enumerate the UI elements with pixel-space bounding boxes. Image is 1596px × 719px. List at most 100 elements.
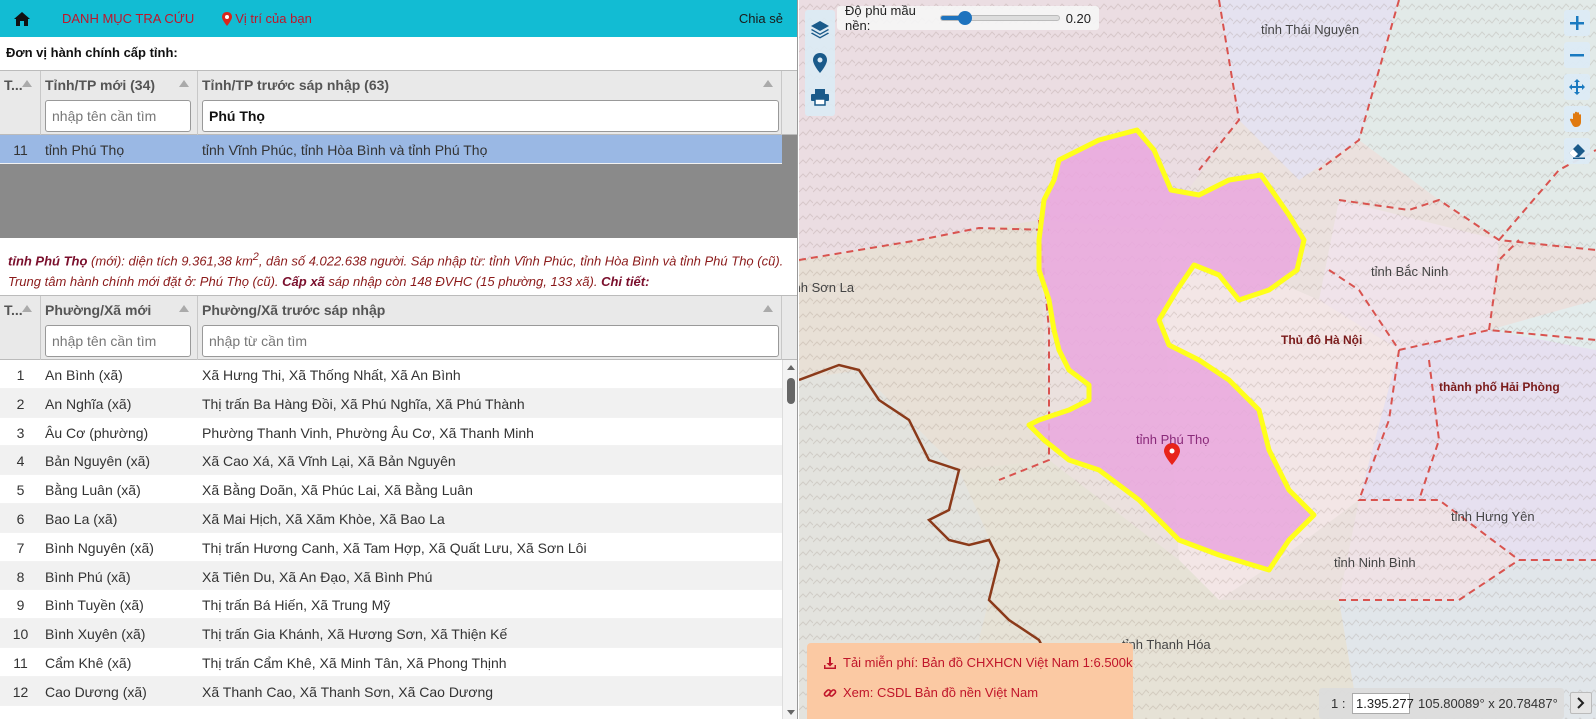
cell-new-commune: Bình Xuyên (xã) bbox=[45, 626, 146, 643]
cell-stt: 6 bbox=[16, 510, 25, 527]
scroll-up-icon[interactable] bbox=[787, 365, 795, 370]
catalog-link[interactable]: DANH MỤC TRA CỨU bbox=[62, 11, 194, 26]
pin-button[interactable] bbox=[805, 46, 835, 80]
col-old-province-header[interactable]: Tỉnh/TP trước sáp nhập (63) bbox=[198, 71, 782, 135]
table-row[interactable]: 11 tỉnh Phú Thọ tỉnh Vĩnh Phúc, tỉnh Hòa… bbox=[0, 135, 782, 164]
view-text: Xem: CSDL Bản đồ nền Việt Nam bbox=[843, 685, 1039, 700]
pan-button[interactable] bbox=[1564, 106, 1590, 132]
col-stt-label: T... bbox=[4, 302, 23, 318]
scale-coords-box: 1 : 1.395.277 105.80089° x 20.78487° bbox=[1319, 688, 1564, 719]
location-link[interactable]: Vị trí của bạn bbox=[222, 11, 312, 26]
map-pin-icon bbox=[813, 53, 827, 73]
opacity-slider[interactable] bbox=[940, 11, 1060, 25]
table-row[interactable]: 3 Âu Cơ (phường) Phường Thanh Vinh, Phường… bbox=[0, 418, 782, 447]
map-toolbar-right bbox=[1564, 10, 1590, 170]
sort-icon bbox=[179, 305, 189, 312]
map-view[interactable]: tỉnh Thái Nguyên tỉnh Bắc Ninh tỉnh Sơn … bbox=[799, 0, 1596, 719]
cell-old-province: tỉnh Vĩnh Phúc, tỉnh Hòa Bình và tỉnh Ph… bbox=[202, 142, 488, 158]
print-button[interactable] bbox=[805, 80, 835, 114]
info-text-1: (mới): diện tích 9.361,38 km bbox=[87, 253, 253, 269]
eraser-button[interactable] bbox=[1564, 138, 1590, 164]
sort-icon bbox=[22, 80, 32, 87]
cell-stt: 8 bbox=[16, 568, 25, 585]
commune-grid-scrollbar[interactable] bbox=[782, 360, 797, 719]
new-province-filter[interactable] bbox=[45, 100, 191, 132]
table-row[interactable]: 10 Bình Xuyên (xã) Thị trấn Gia Khánh, Xã … bbox=[0, 619, 782, 648]
opacity-control: Độ phủ mầu nền: 0.20 bbox=[837, 3, 1099, 33]
map-label-thai-nguyen: tỉnh Thái Nguyên bbox=[1261, 22, 1360, 37]
map-label-hung-yen: tỉnh Hưng Yên bbox=[1451, 509, 1535, 524]
cell-old-commune: Thị trấn Ba Hàng Đồi, Xã Phú Nghĩa, Xã P… bbox=[202, 395, 525, 412]
cell-old-commune: Xã Thanh Cao, Xã Thanh Sơn, Xã Cao Dương bbox=[202, 683, 494, 700]
map-pin-icon bbox=[222, 11, 233, 26]
map-label-thanh-hoa: tỉnh Thanh Hóa bbox=[1122, 637, 1211, 652]
view-link[interactable]: Xem: CSDL Bản đồ nền Việt Nam bbox=[823, 685, 1038, 700]
home-button[interactable] bbox=[0, 0, 44, 37]
table-row[interactable]: 4 Bản Nguyên (xã) Xã Cao Xá, Xã Vĩnh Lại, … bbox=[0, 446, 782, 476]
download-icon bbox=[824, 656, 836, 669]
province-grid-scrollbar[interactable] bbox=[782, 135, 797, 238]
table-row[interactable]: 8 Bình Phú (xã) Xã Tiên Du, Xã An Đạo, Xã … bbox=[0, 561, 782, 591]
cell-old-commune: Xã Tiên Du, Xã An Đạo, Xã Bình Phú bbox=[202, 568, 433, 585]
table-row[interactable]: 12 Cao Dương (xã) Xã Thanh Cao, Xã Thanh S… bbox=[0, 676, 782, 706]
cell-stt: 7 bbox=[16, 539, 25, 556]
cell-stt: 1 bbox=[16, 367, 25, 383]
old-commune-filter[interactable] bbox=[202, 325, 779, 357]
scale-prefix: 1 : bbox=[1331, 696, 1346, 711]
table-row[interactable]: 5 Bằng Luân (xã) Xã Bằng Doãn, Xã Phúc Lai… bbox=[0, 475, 782, 504]
zoom-out-button[interactable] bbox=[1564, 42, 1590, 68]
table-row[interactable]: 6 Bao La (xã) Xã Mai Hịch, Xã Xăm Khòe, Xã… bbox=[0, 503, 782, 533]
chevron-right-icon bbox=[1577, 697, 1585, 709]
sort-icon bbox=[22, 305, 32, 312]
opacity-value: 0.20 bbox=[1065, 10, 1091, 26]
cell-new-commune: An Bình (xã) bbox=[45, 367, 123, 383]
expand-button[interactable] bbox=[1570, 692, 1592, 714]
link-icon bbox=[823, 688, 837, 697]
hand-icon bbox=[1569, 111, 1581, 127]
opacity-slider-handle[interactable] bbox=[957, 11, 972, 25]
table-row[interactable]: 2 An Nghĩa (xã) Thị trấn Ba Hàng Đồi, Xã P… bbox=[0, 388, 782, 418]
cell-new-commune: Cẩm Khê (xã) bbox=[45, 654, 132, 671]
full-extent-button[interactable] bbox=[1564, 74, 1590, 100]
table-row[interactable]: 7 Bình Nguyên (xã) Thị trấn Hương Canh, Xã… bbox=[0, 533, 782, 562]
plus-icon bbox=[1570, 16, 1584, 30]
commune-grid-body: 1 An Bình (xã) Xã Hưng Thi, Xã Thống Nhất,… bbox=[0, 360, 797, 719]
new-commune-filter[interactable] bbox=[45, 325, 191, 357]
download-link[interactable]: Tải miễn phí: Bản đồ CHXHCN Việt Nam 1:6… bbox=[823, 655, 1133, 670]
col-new-province-label: Tỉnh/TP mới (34) bbox=[45, 77, 156, 93]
cell-stt: 4 bbox=[16, 453, 25, 470]
col-stt-header[interactable]: T... bbox=[0, 71, 41, 135]
print-icon bbox=[811, 89, 829, 106]
cell-old-commune: Phường Thanh Vinh, Phường Âu Cơ, Xã Than… bbox=[202, 424, 534, 441]
promo-box: Tải miễn phí: Bản đồ CHXHCN Việt Nam 1:6… bbox=[807, 643, 1133, 719]
cell-old-commune: Thị trấn Cẩm Khê, Xã Minh Tân, Xã Phong … bbox=[202, 654, 507, 671]
zoom-in-button[interactable] bbox=[1564, 10, 1590, 36]
col-new-commune-header[interactable]: Phường/Xã mới bbox=[41, 296, 198, 360]
scale-input[interactable]: 1.395.277 bbox=[1352, 693, 1414, 714]
table-row[interactable]: 11 Cẩm Khê (xã) Thị trấn Cẩm Khê, Xã Minh … bbox=[0, 648, 782, 677]
info-detail-link[interactable]: Chi tiết: bbox=[601, 274, 649, 289]
layers-button[interactable] bbox=[805, 12, 835, 46]
coordinate-readout: 105.80089° x 20.78487° bbox=[1418, 696, 1558, 711]
share-link[interactable]: Chia sẻ bbox=[739, 11, 783, 26]
table-row[interactable]: 9 Bình Tuyền (xã) Thị trấn Bá Hiến, Xã Tru… bbox=[0, 590, 782, 620]
commune-grid: T... Phường/Xã mới Phường/Xã trước sáp n… bbox=[0, 295, 797, 719]
map-label-son-la: tỉnh Sơn La bbox=[799, 280, 855, 295]
info-cap-xa: Cấp xã bbox=[282, 274, 325, 290]
scroll-thumb[interactable] bbox=[787, 378, 795, 404]
province-info: tỉnh Phú Thọ (mới): diện tích 9.361,38 k… bbox=[0, 243, 797, 296]
lookup-panel: DANH MỤC TRA CỨU Vị trí của bạn Chia sẻ … bbox=[0, 0, 798, 719]
cell-old-commune: Thị trấn Hương Canh, Xã Tam Hợp, Xã Quất… bbox=[202, 539, 587, 556]
col-new-province-header[interactable]: Tỉnh/TP mới (34) bbox=[41, 71, 198, 135]
scroll-down-icon[interactable] bbox=[787, 710, 795, 715]
cell-new-commune: Bình Tuyền (xã) bbox=[45, 597, 144, 614]
download-text: Tải miễn phí: Bản đồ CHXHCN Việt Nam 1:6… bbox=[843, 655, 1133, 670]
commune-grid-header: T... Phường/Xã mới Phường/Xã trước sáp n… bbox=[0, 296, 797, 360]
old-province-filter[interactable] bbox=[202, 100, 779, 132]
col-old-province-label: Tỉnh/TP trước sáp nhập (63) bbox=[202, 77, 390, 93]
home-icon bbox=[14, 11, 30, 26]
cell-new-commune: Bình Phú (xã) bbox=[45, 568, 131, 585]
col-stt-header[interactable]: T... bbox=[0, 296, 41, 360]
table-row[interactable]: 1 An Bình (xã) Xã Hưng Thi, Xã Thống Nhất,… bbox=[0, 360, 782, 389]
col-old-commune-header[interactable]: Phường/Xã trước sáp nhập bbox=[198, 296, 782, 360]
